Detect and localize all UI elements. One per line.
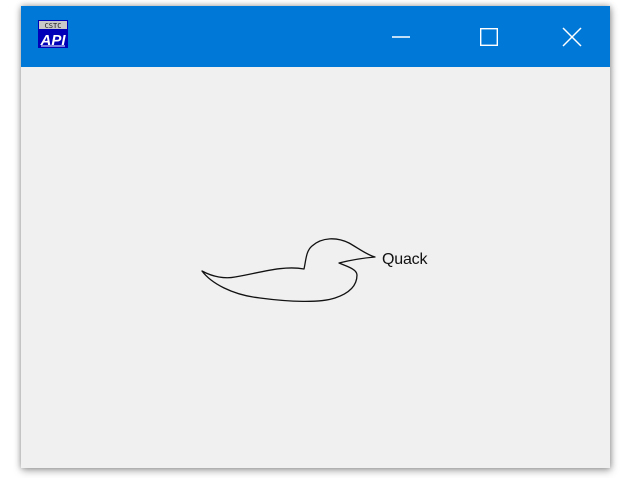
title-bar[interactable]: CSTC API (21, 6, 610, 67)
close-icon (561, 26, 582, 47)
quack-label: Quack (382, 251, 428, 268)
app-icon-top-text: CSTC (45, 22, 62, 30)
duck-drawing (201, 238, 376, 303)
minimize-button[interactable] (357, 6, 445, 67)
minimize-icon (392, 35, 410, 38)
app-window: CSTC API Quack (21, 6, 610, 468)
duck-outline (201, 238, 376, 303)
close-button[interactable] (533, 6, 610, 67)
maximize-icon (480, 27, 499, 46)
maximize-button[interactable] (445, 6, 533, 67)
drawing-canvas[interactable]: Quack (21, 67, 610, 468)
api-app-icon[interactable]: CSTC API (38, 20, 68, 49)
